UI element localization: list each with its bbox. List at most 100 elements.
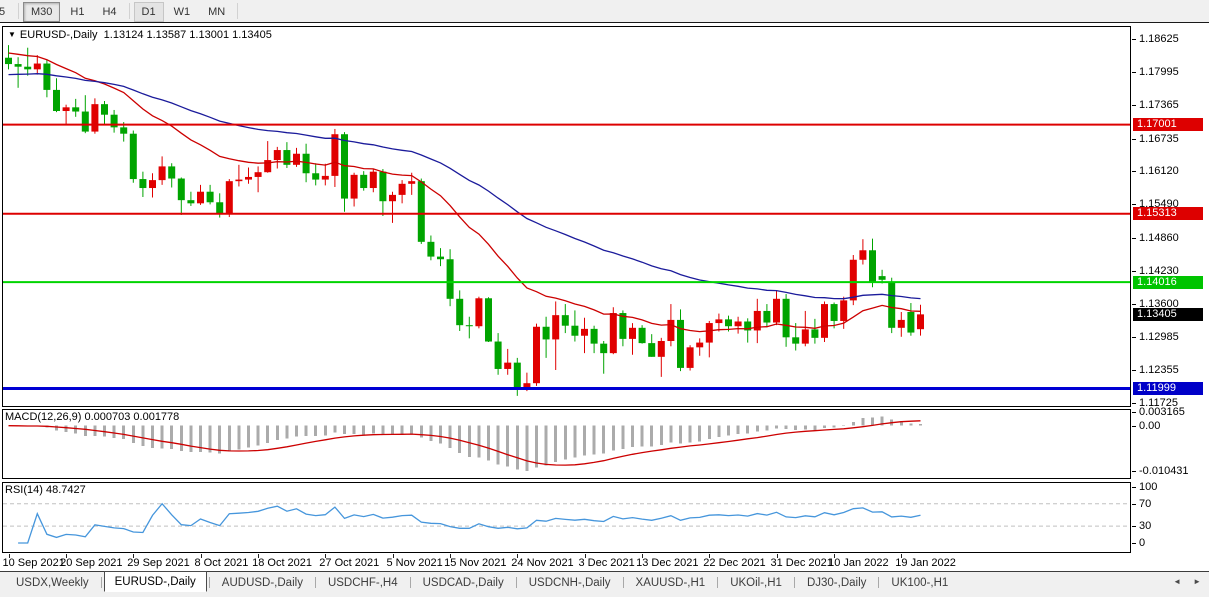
rsi-line	[18, 504, 920, 543]
axis-tick-label: -0.010431	[1139, 465, 1189, 477]
axis-tick-label: 100	[1139, 481, 1157, 493]
tab-usdchf-h4[interactable]: USDCHF-,H4	[318, 574, 408, 591]
toolbar-separator	[18, 3, 19, 19]
price-badge: 1.17001	[1133, 118, 1203, 131]
tab-scroll-right-icon[interactable]: ►	[1193, 578, 1201, 586]
rsi-indicator-label: RSI(14) 48.7427	[5, 484, 86, 496]
price-badge: 1.14016	[1133, 276, 1203, 289]
tab-divider	[516, 577, 517, 588]
tab-usdcnh-daily[interactable]: USDCNH-,Daily	[519, 574, 621, 591]
timeframe-button-h4[interactable]: H4	[94, 2, 124, 22]
price-badge: 1.13405	[1133, 308, 1203, 321]
macd-histogram	[9, 417, 921, 471]
axis-tick-label: 1.17365	[1139, 99, 1179, 111]
axis-tick-mark	[1132, 238, 1136, 239]
rsi-panel-border	[3, 483, 1131, 553]
tab-divider	[209, 577, 210, 588]
date-tick-label: 10 Sep 2021	[3, 557, 65, 569]
toolbar-separator	[237, 3, 238, 19]
axis-tick-label: 1.18625	[1139, 33, 1179, 45]
tab-divider	[101, 577, 102, 588]
date-tick-label: 24 Nov 2021	[511, 557, 573, 569]
symbol-title: EURUSD-,Daily	[20, 29, 98, 41]
tab-divider	[623, 577, 624, 588]
axis-tick-label: 0.00	[1139, 420, 1160, 432]
timeframe-button-5[interactable]: 5	[0, 2, 14, 22]
date-tick-label: 19 Jan 2022	[895, 557, 956, 569]
axis-tick-mark	[1132, 139, 1136, 140]
timeframe-button-mn[interactable]: MN	[200, 2, 233, 22]
tab-usdcad-daily[interactable]: USDCAD-,Daily	[413, 574, 514, 591]
tab-audusd-daily[interactable]: AUDUSD-,Daily	[212, 574, 313, 591]
timeframe-button-w1[interactable]: W1	[166, 2, 199, 22]
toolbar-separator	[129, 3, 130, 19]
timeframe-button-h1[interactable]: H1	[62, 2, 92, 22]
axis-tick-mark	[1132, 471, 1136, 472]
timeframe-button-d1[interactable]: D1	[134, 2, 164, 22]
panel-divider[interactable]	[0, 480, 1131, 483]
axis-tick-label: 1.12985	[1139, 331, 1179, 343]
tab-divider	[410, 577, 411, 588]
panel-divider[interactable]	[0, 407, 1131, 410]
axis-tick-label: 1.14860	[1139, 232, 1179, 244]
axis-tick-label: 1.17995	[1139, 66, 1179, 78]
chart-symbol-label: ▼ EURUSD-,Daily 1.13124 1.13587 1.13001 1…	[8, 29, 272, 41]
tab-ukoil-h1[interactable]: UKOil-,H1	[720, 574, 792, 591]
axis-tick-mark	[1132, 204, 1136, 205]
main-chart[interactable]	[2, 26, 1131, 407]
chart-tab-bar: USDX,Weekly EURUSD-,Daily AUDUSD-,Daily USD…	[0, 571, 1209, 597]
symbol-dropdown-icon[interactable]: ▼	[8, 30, 16, 39]
date-tick-label: 20 Sep 2021	[60, 557, 122, 569]
axis-tick-mark	[1132, 72, 1136, 73]
tab-divider	[315, 577, 316, 588]
axis-tick-label: 30	[1139, 520, 1151, 532]
date-tick-label: 31 Dec 2021	[771, 557, 833, 569]
price-badge: 1.11999	[1133, 382, 1203, 395]
tab-eurusd-daily[interactable]: EURUSD-,Daily	[104, 571, 207, 592]
chart-area: ▼ EURUSD-,Daily 1.13124 1.13587 1.13001 1…	[0, 22, 1209, 571]
axis-tick-mark	[1132, 370, 1136, 371]
axis-tick-label: 0.003165	[1139, 406, 1185, 418]
date-tick-label: 22 Dec 2021	[703, 557, 765, 569]
price-badge: 1.15313	[1133, 207, 1203, 220]
date-tick-label: 18 Oct 2021	[252, 557, 312, 569]
tab-scroll-left-icon[interactable]: ◄	[1173, 578, 1181, 586]
price-axis[interactable]: 1.186251.179951.173651.167351.161201.154…	[1132, 23, 1209, 572]
date-tick-label: 29 Sep 2021	[127, 557, 189, 569]
trading-platform-window: 5 M30H1H4 D1W1MN ▼ EURUSD-,Daily 1.13124 1.…	[0, 0, 1209, 597]
candlestick-series	[5, 45, 924, 396]
date-tick-label: 10 Jan 2022	[828, 557, 889, 569]
axis-tick-label: 1.12355	[1139, 364, 1179, 376]
symbol-ohlc-values: 1.13124 1.13587 1.13001 1.13405	[104, 29, 272, 41]
date-tick-label: 15 Nov 2021	[444, 557, 506, 569]
axis-tick-mark	[1132, 304, 1136, 305]
macd-signal-line	[9, 421, 921, 465]
date-tick-label: 8 Oct 2021	[195, 557, 249, 569]
tab-usdx-weekly[interactable]: USDX,Weekly	[6, 574, 99, 591]
axis-tick-label: 0	[1139, 537, 1145, 549]
axis-tick-mark	[1132, 426, 1136, 427]
axis-tick-mark	[1132, 504, 1136, 505]
axis-tick-mark	[1132, 487, 1136, 488]
axis-tick-label: 70	[1139, 498, 1151, 510]
macd-indicator-label: MACD(12,26,9) 0.000703 0.001778	[5, 411, 179, 423]
rsi-panel[interactable]	[2, 482, 1131, 553]
axis-tick-mark	[1132, 39, 1136, 40]
date-tick-label: 13 Dec 2021	[636, 557, 698, 569]
date-tick-label: 27 Oct 2021	[319, 557, 379, 569]
tab-divider	[794, 577, 795, 588]
tab-xauusd-h1[interactable]: XAUUSD-,H1	[626, 574, 716, 591]
main-chart-border	[3, 27, 1131, 407]
tab-dj30-daily[interactable]: DJ30-,Daily	[797, 574, 876, 591]
axis-tick-mark	[1132, 403, 1136, 404]
axis-tick-label: 1.16735	[1139, 133, 1179, 145]
tab-uk100-h1[interactable]: UK100-,H1	[881, 574, 958, 591]
date-tick-label: 3 Dec 2021	[579, 557, 635, 569]
axis-tick-mark	[1132, 171, 1136, 172]
timeframe-button-m30[interactable]: M30	[23, 2, 60, 22]
timeframe-toolbar: 5 M30H1H4 D1W1MN	[0, 0, 1209, 22]
axis-tick-mark	[1132, 526, 1136, 527]
axis-tick-mark	[1132, 271, 1136, 272]
axis-tick-mark	[1132, 543, 1136, 544]
tab-divider	[717, 577, 718, 588]
